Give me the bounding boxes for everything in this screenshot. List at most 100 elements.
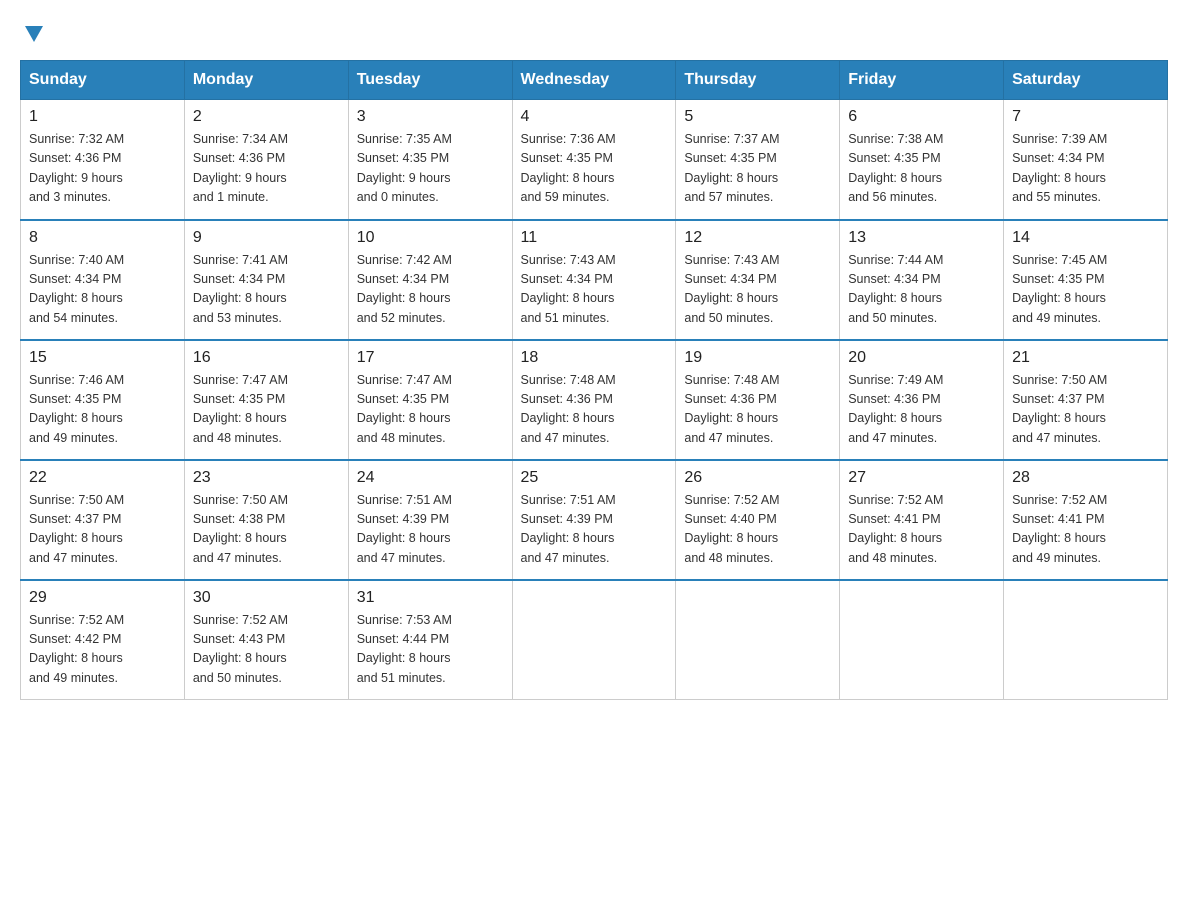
calendar-cell [1004,580,1168,700]
day-info: Sunrise: 7:52 AMSunset: 4:41 PMDaylight:… [1012,491,1159,569]
calendar-week-row: 15 Sunrise: 7:46 AMSunset: 4:35 PMDaylig… [21,340,1168,460]
calendar-cell [676,580,840,700]
day-number: 3 [357,108,504,126]
day-info: Sunrise: 7:48 AMSunset: 4:36 PMDaylight:… [684,371,831,449]
day-info: Sunrise: 7:50 AMSunset: 4:38 PMDaylight:… [193,491,340,569]
day-info: Sunrise: 7:52 AMSunset: 4:42 PMDaylight:… [29,611,176,689]
day-info: Sunrise: 7:42 AMSunset: 4:34 PMDaylight:… [357,251,504,329]
calendar-cell: 7 Sunrise: 7:39 AMSunset: 4:34 PMDayligh… [1004,100,1168,220]
day-info: Sunrise: 7:43 AMSunset: 4:34 PMDaylight:… [521,251,668,329]
day-info: Sunrise: 7:34 AMSunset: 4:36 PMDaylight:… [193,130,340,208]
day-number: 14 [1012,229,1159,247]
calendar-cell: 14 Sunrise: 7:45 AMSunset: 4:35 PMDaylig… [1004,220,1168,340]
calendar-cell: 15 Sunrise: 7:46 AMSunset: 4:35 PMDaylig… [21,340,185,460]
day-number: 1 [29,108,176,126]
calendar-cell: 4 Sunrise: 7:36 AMSunset: 4:35 PMDayligh… [512,100,676,220]
day-info: Sunrise: 7:40 AMSunset: 4:34 PMDaylight:… [29,251,176,329]
day-info: Sunrise: 7:45 AMSunset: 4:35 PMDaylight:… [1012,251,1159,329]
logo [20,20,45,40]
day-info: Sunrise: 7:43 AMSunset: 4:34 PMDaylight:… [684,251,831,329]
day-info: Sunrise: 7:39 AMSunset: 4:34 PMDaylight:… [1012,130,1159,208]
calendar-week-row: 8 Sunrise: 7:40 AMSunset: 4:34 PMDayligh… [21,220,1168,340]
calendar-cell: 28 Sunrise: 7:52 AMSunset: 4:41 PMDaylig… [1004,460,1168,580]
day-number: 17 [357,349,504,367]
calendar-cell: 20 Sunrise: 7:49 AMSunset: 4:36 PMDaylig… [840,340,1004,460]
day-info: Sunrise: 7:35 AMSunset: 4:35 PMDaylight:… [357,130,504,208]
day-info: Sunrise: 7:51 AMSunset: 4:39 PMDaylight:… [357,491,504,569]
calendar-cell: 6 Sunrise: 7:38 AMSunset: 4:35 PMDayligh… [840,100,1004,220]
calendar-cell [840,580,1004,700]
calendar-header-wednesday: Wednesday [512,61,676,100]
calendar-week-row: 22 Sunrise: 7:50 AMSunset: 4:37 PMDaylig… [21,460,1168,580]
calendar-cell: 10 Sunrise: 7:42 AMSunset: 4:34 PMDaylig… [348,220,512,340]
calendar-cell: 22 Sunrise: 7:50 AMSunset: 4:37 PMDaylig… [21,460,185,580]
day-number: 22 [29,469,176,487]
day-number: 10 [357,229,504,247]
calendar-cell: 30 Sunrise: 7:52 AMSunset: 4:43 PMDaylig… [184,580,348,700]
calendar-cell: 19 Sunrise: 7:48 AMSunset: 4:36 PMDaylig… [676,340,840,460]
logo-triangle-icon [23,22,45,44]
calendar-cell: 2 Sunrise: 7:34 AMSunset: 4:36 PMDayligh… [184,100,348,220]
day-info: Sunrise: 7:47 AMSunset: 4:35 PMDaylight:… [193,371,340,449]
calendar-week-row: 29 Sunrise: 7:52 AMSunset: 4:42 PMDaylig… [21,580,1168,700]
day-number: 8 [29,229,176,247]
day-number: 23 [193,469,340,487]
day-info: Sunrise: 7:37 AMSunset: 4:35 PMDaylight:… [684,130,831,208]
calendar-cell: 12 Sunrise: 7:43 AMSunset: 4:34 PMDaylig… [676,220,840,340]
day-info: Sunrise: 7:50 AMSunset: 4:37 PMDaylight:… [1012,371,1159,449]
day-number: 24 [357,469,504,487]
calendar-cell: 24 Sunrise: 7:51 AMSunset: 4:39 PMDaylig… [348,460,512,580]
calendar-cell: 18 Sunrise: 7:48 AMSunset: 4:36 PMDaylig… [512,340,676,460]
day-info: Sunrise: 7:46 AMSunset: 4:35 PMDaylight:… [29,371,176,449]
calendar-cell: 26 Sunrise: 7:52 AMSunset: 4:40 PMDaylig… [676,460,840,580]
day-number: 11 [521,229,668,247]
day-info: Sunrise: 7:36 AMSunset: 4:35 PMDaylight:… [521,130,668,208]
calendar-cell: 23 Sunrise: 7:50 AMSunset: 4:38 PMDaylig… [184,460,348,580]
day-number: 25 [521,469,668,487]
day-info: Sunrise: 7:32 AMSunset: 4:36 PMDaylight:… [29,130,176,208]
day-info: Sunrise: 7:50 AMSunset: 4:37 PMDaylight:… [29,491,176,569]
day-number: 29 [29,589,176,607]
page-header [20,20,1168,40]
calendar-cell: 3 Sunrise: 7:35 AMSunset: 4:35 PMDayligh… [348,100,512,220]
calendar-cell: 29 Sunrise: 7:52 AMSunset: 4:42 PMDaylig… [21,580,185,700]
calendar-cell: 21 Sunrise: 7:50 AMSunset: 4:37 PMDaylig… [1004,340,1168,460]
calendar-cell: 1 Sunrise: 7:32 AMSunset: 4:36 PMDayligh… [21,100,185,220]
calendar-cell: 9 Sunrise: 7:41 AMSunset: 4:34 PMDayligh… [184,220,348,340]
calendar-header-thursday: Thursday [676,61,840,100]
day-info: Sunrise: 7:38 AMSunset: 4:35 PMDaylight:… [848,130,995,208]
day-number: 21 [1012,349,1159,367]
day-number: 4 [521,108,668,126]
day-number: 16 [193,349,340,367]
day-number: 31 [357,589,504,607]
day-number: 12 [684,229,831,247]
day-info: Sunrise: 7:48 AMSunset: 4:36 PMDaylight:… [521,371,668,449]
day-number: 15 [29,349,176,367]
day-number: 18 [521,349,668,367]
calendar-header-row: SundayMondayTuesdayWednesdayThursdayFrid… [21,61,1168,100]
day-info: Sunrise: 7:53 AMSunset: 4:44 PMDaylight:… [357,611,504,689]
calendar-cell: 5 Sunrise: 7:37 AMSunset: 4:35 PMDayligh… [676,100,840,220]
day-number: 26 [684,469,831,487]
calendar-cell: 25 Sunrise: 7:51 AMSunset: 4:39 PMDaylig… [512,460,676,580]
day-info: Sunrise: 7:41 AMSunset: 4:34 PMDaylight:… [193,251,340,329]
calendar-cell [512,580,676,700]
day-info: Sunrise: 7:52 AMSunset: 4:41 PMDaylight:… [848,491,995,569]
day-number: 27 [848,469,995,487]
calendar-header-sunday: Sunday [21,61,185,100]
day-info: Sunrise: 7:51 AMSunset: 4:39 PMDaylight:… [521,491,668,569]
day-info: Sunrise: 7:44 AMSunset: 4:34 PMDaylight:… [848,251,995,329]
day-number: 5 [684,108,831,126]
day-info: Sunrise: 7:52 AMSunset: 4:43 PMDaylight:… [193,611,340,689]
calendar-cell: 8 Sunrise: 7:40 AMSunset: 4:34 PMDayligh… [21,220,185,340]
day-number: 28 [1012,469,1159,487]
calendar-header-saturday: Saturday [1004,61,1168,100]
day-number: 20 [848,349,995,367]
calendar-week-row: 1 Sunrise: 7:32 AMSunset: 4:36 PMDayligh… [21,100,1168,220]
day-number: 7 [1012,108,1159,126]
calendar-header-monday: Monday [184,61,348,100]
day-info: Sunrise: 7:47 AMSunset: 4:35 PMDaylight:… [357,371,504,449]
day-number: 19 [684,349,831,367]
calendar-cell: 11 Sunrise: 7:43 AMSunset: 4:34 PMDaylig… [512,220,676,340]
day-number: 13 [848,229,995,247]
